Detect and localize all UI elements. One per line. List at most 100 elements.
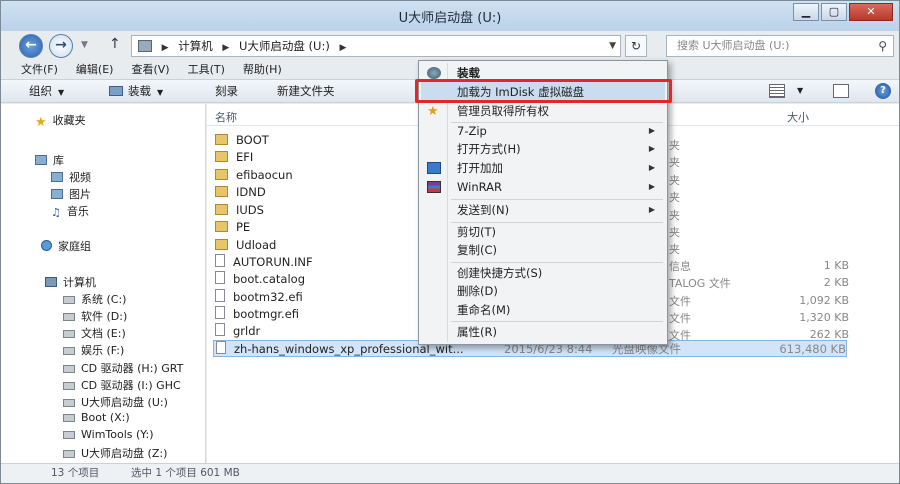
close-button[interactable]: ✕: [849, 3, 893, 21]
cd-drive-icon: [63, 382, 75, 390]
nav-label: 文档 (E:): [81, 327, 126, 340]
menu-item-send-to[interactable]: 发送到(N) ▶: [421, 200, 665, 220]
folder-icon: [215, 151, 228, 162]
menu-edit[interactable]: 编辑(E): [76, 61, 114, 79]
nav-drive[interactable]: U大师启动盘 (Z:): [63, 445, 167, 461]
menu-item-label: 打开加加: [457, 161, 503, 175]
list-item[interactable]: bootm32.efi: [215, 289, 303, 306]
list-item[interactable]: IDND: [215, 184, 266, 201]
nav-drive[interactable]: CD 驱动器 (H:) GRT: [63, 360, 183, 376]
file-name: bootmgr.efi: [233, 307, 300, 321]
nav-libraries[interactable]: 库: [35, 152, 64, 168]
up-button[interactable]: ↑: [109, 36, 121, 52]
nav-computer[interactable]: 计算机: [45, 274, 96, 290]
recent-pages-dropdown[interactable]: ▼: [81, 40, 88, 50]
menu-view[interactable]: 查看(V): [131, 61, 169, 79]
file-icon: [215, 306, 225, 319]
file-name: PE: [236, 220, 251, 234]
drive-icon: [63, 313, 75, 321]
mount-button[interactable]: 装载 ▼: [109, 80, 163, 104]
breadcrumb-drive[interactable]: U大师启动盘 (U:): [239, 39, 330, 53]
file-type: 夹: [669, 226, 680, 239]
nav-drive[interactable]: U大师启动盘 (U:): [63, 394, 168, 410]
submenu-arrow-icon: ▶: [648, 205, 655, 214]
view-dropdown-icon[interactable]: ▼: [797, 80, 803, 102]
nav-drive[interactable]: Boot (X:): [63, 411, 130, 424]
file-size: 1 KB: [823, 259, 849, 272]
list-item[interactable]: PE: [215, 219, 250, 236]
search-input[interactable]: 搜索 U大师启动盘 (U:) ⚲: [666, 35, 894, 57]
menu-help[interactable]: 帮助(H): [243, 61, 282, 79]
nav-music[interactable]: ♫ 音乐: [51, 203, 89, 219]
maximize-button[interactable]: ▢: [821, 3, 847, 21]
menu-item-rename[interactable]: 重命名(M): [421, 300, 665, 320]
chevron-right-icon[interactable]: ▶: [222, 43, 229, 53]
burn-button[interactable]: 刻录: [215, 80, 238, 102]
nav-pictures[interactable]: 图片: [51, 186, 91, 202]
menu-item-cut[interactable]: 剪切(T): [421, 222, 665, 242]
nav-label: 软件 (D:): [81, 310, 128, 323]
item-count: 13 个项目: [51, 467, 100, 479]
address-dropdown-icon[interactable]: ▼: [609, 36, 616, 56]
nav-videos[interactable]: 视频: [51, 169, 91, 185]
file-icon: [215, 254, 225, 267]
title-bar[interactable]: U大师启动盘 (U:) ▁ ▢ ✕: [1, 1, 899, 31]
new-folder-label: 新建文件夹: [277, 84, 335, 98]
menu-item-mount[interactable]: 装载: [421, 63, 665, 83]
folder-icon: [215, 204, 228, 215]
nav-drive[interactable]: 软件 (D:): [63, 308, 127, 324]
menu-item-copy[interactable]: 复制(C): [421, 240, 665, 260]
view-options-icon[interactable]: [769, 84, 785, 98]
file-type: 夹: [669, 191, 680, 204]
nav-label: U大师启动盘 (Z:): [81, 447, 168, 460]
menu-item-create-shortcut[interactable]: 创建快捷方式(S): [421, 263, 665, 283]
list-item[interactable]: BOOT: [215, 132, 269, 149]
list-item[interactable]: Udload: [215, 237, 276, 254]
menu-file[interactable]: 文件(F): [21, 61, 58, 79]
chevron-right-icon[interactable]: ▶: [339, 43, 346, 53]
organize-button[interactable]: 组织 ▼: [29, 80, 64, 104]
menu-item-7zip[interactable]: 7-Zip ▶: [421, 121, 665, 141]
nav-homegroup[interactable]: 家庭组: [41, 238, 91, 254]
list-item[interactable]: EFI: [215, 149, 253, 166]
menu-item-properties[interactable]: 属性(R): [421, 322, 665, 342]
column-size[interactable]: 大小: [787, 109, 809, 125]
nav-drive[interactable]: 系统 (C:): [63, 291, 126, 307]
folder-icon: [215, 169, 228, 180]
file-type: 夹: [669, 139, 680, 152]
status-bar: 13 个项目 选中 1 个项目 601 MB: [1, 463, 899, 483]
list-item[interactable]: boot.catalog: [215, 271, 305, 288]
menu-item-delete[interactable]: 删除(D): [421, 281, 665, 301]
refresh-button[interactable]: ↻: [625, 35, 647, 57]
menu-item-take-ownership[interactable]: ★ 管理员取得所有权: [421, 101, 665, 121]
list-item[interactable]: IUDS: [215, 202, 264, 219]
submenu-arrow-icon: ▶: [648, 126, 655, 135]
nav-drive[interactable]: 文档 (E:): [63, 325, 126, 341]
menu-item-open-with[interactable]: 打开方式(H) ▶: [421, 139, 665, 159]
menu-item-label: 属性(R): [457, 325, 497, 339]
menu-tools[interactable]: 工具(T): [188, 61, 225, 79]
back-button[interactable]: ←: [19, 34, 43, 58]
list-item[interactable]: bootmgr.efi: [215, 306, 299, 323]
forward-button[interactable]: →: [49, 34, 73, 58]
nav-drive[interactable]: 娱乐 (F:): [63, 342, 124, 358]
nav-drive[interactable]: CD 驱动器 (I:) GHC: [63, 377, 181, 393]
nav-favorites[interactable]: ★ 收藏夹: [35, 112, 86, 130]
list-item[interactable]: AUTORUN.INF: [215, 254, 313, 271]
nav-drive[interactable]: WimTools (Y:): [63, 428, 154, 441]
menu-item-winrar[interactable]: WinRAR ▶: [421, 177, 665, 197]
chevron-right-icon[interactable]: ▶: [162, 43, 169, 53]
minimize-button[interactable]: ▁: [793, 3, 819, 21]
file-size: 1,320 KB: [799, 311, 849, 324]
preview-pane-icon[interactable]: [833, 84, 849, 98]
menu-item-mount-imdisk[interactable]: 加载为 ImDisk 虚拟磁盘: [421, 82, 665, 102]
menu-item-open-add[interactable]: 打开加加 ▶: [421, 158, 665, 178]
new-folder-button[interactable]: 新建文件夹: [277, 80, 335, 102]
address-bar[interactable]: ▶ 计算机 ▶ U大师启动盘 (U:) ▶ ▼: [131, 35, 621, 57]
list-item[interactable]: grldr: [215, 323, 260, 340]
column-name[interactable]: 名称: [215, 109, 237, 125]
breadcrumb-computer[interactable]: 计算机: [178, 39, 213, 53]
search-icon[interactable]: ⚲: [878, 36, 887, 56]
list-item[interactable]: efibaocun: [215, 167, 293, 184]
help-icon[interactable]: ?: [875, 83, 891, 99]
